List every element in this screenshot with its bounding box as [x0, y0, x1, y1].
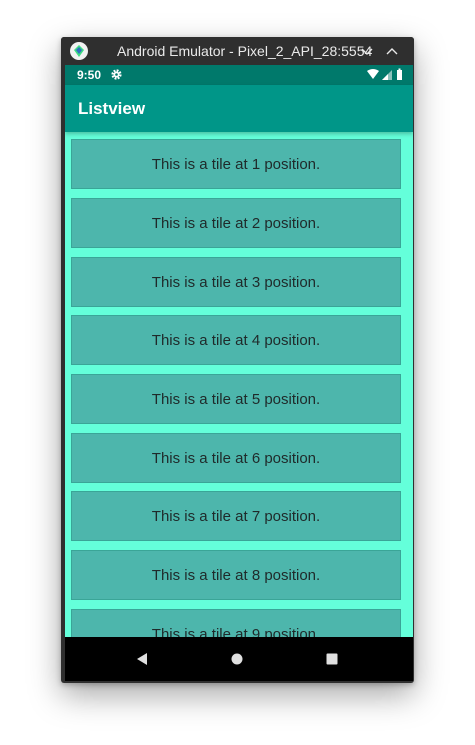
window-titlebar[interactable]: Android Emulator - Pixel_2_API_28:5554: [61, 37, 414, 65]
status-indicators: [367, 68, 402, 80]
signal-icon: [382, 70, 392, 80]
emulator-window: Android Emulator - Pixel_2_API_28:5554 9…: [61, 37, 414, 683]
navigation-bar: [65, 637, 413, 681]
battery-icon: [397, 68, 402, 80]
wifi-icon: [367, 69, 379, 79]
device-screen: 9:50 Listview This is a tile at 1 positi…: [65, 65, 413, 681]
status-time: 9:50: [77, 68, 102, 82]
list-tile-8[interactable]: This is a tile at 8 position.: [71, 550, 401, 600]
gear-icon: [111, 69, 122, 80]
chevron-down-icon[interactable]: [359, 43, 375, 59]
window-title: Android Emulator - Pixel_2_API_28:5554: [117, 43, 373, 59]
list-tile-9[interactable]: This is a tile at 9 position.: [71, 609, 401, 637]
app-bar: Listview: [65, 85, 413, 132]
list-tile-1[interactable]: This is a tile at 1 position.: [71, 139, 401, 189]
emulator-icon: [70, 42, 88, 60]
list-tile-7[interactable]: This is a tile at 7 position.: [71, 491, 401, 541]
recents-square-icon[interactable]: [322, 649, 342, 669]
list-tile-5[interactable]: This is a tile at 5 position.: [71, 374, 401, 424]
home-circle-icon[interactable]: [227, 649, 247, 669]
list-tile-4[interactable]: This is a tile at 4 position.: [71, 315, 401, 365]
list-tile-6[interactable]: This is a tile at 6 position.: [71, 433, 401, 483]
back-triangle-icon[interactable]: [132, 649, 152, 669]
tile-list[interactable]: This is a tile at 1 position. This is a …: [65, 132, 413, 637]
list-tile-2[interactable]: This is a tile at 2 position.: [71, 198, 401, 248]
chevron-up-icon[interactable]: [384, 43, 400, 59]
list-tile-3[interactable]: This is a tile at 3 position.: [71, 257, 401, 307]
status-bar: 9:50: [65, 65, 413, 85]
app-bar-title: Listview: [78, 99, 146, 118]
